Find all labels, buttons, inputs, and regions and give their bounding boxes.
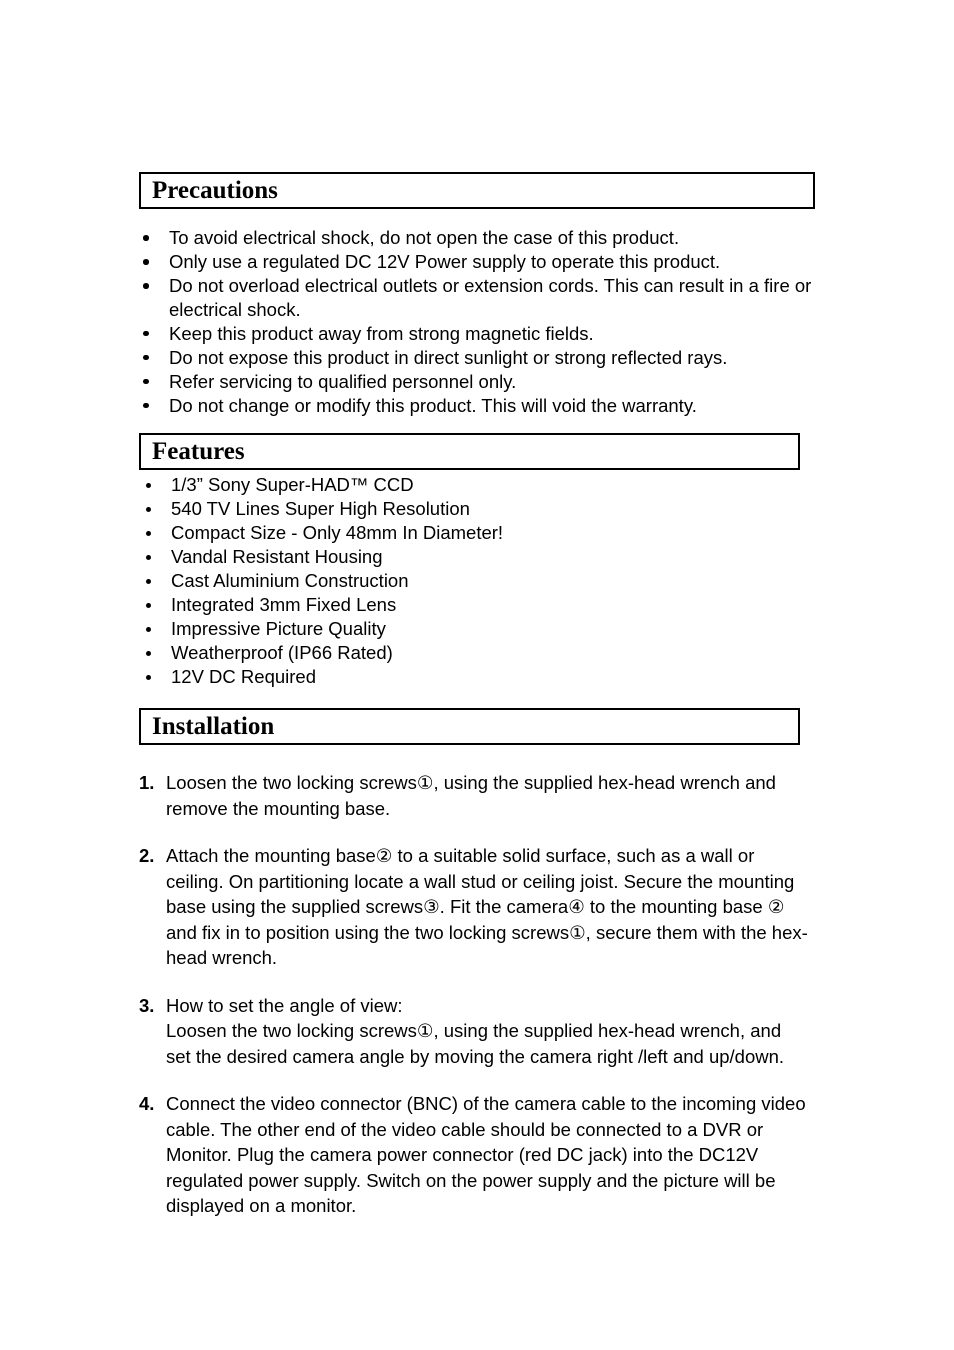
step-line: Loosen the two locking screws①, using th… — [166, 1020, 785, 1067]
step-line: Attach the mounting base② to a suitable … — [166, 845, 808, 968]
section-heading-box-precautions: Precautions — [139, 172, 815, 209]
installation-step: 1. Loosen the two locking screws①, using… — [139, 770, 809, 821]
document-page: Precautions To avoid electrical shock, d… — [0, 0, 954, 1350]
step-line: How to set the angle of view: — [166, 994, 403, 1016]
step-number: 2. — [139, 845, 155, 866]
bullet-icon — [146, 482, 151, 488]
bullet-icon — [146, 554, 151, 560]
list-item-label: Compact Size - Only 48mm In Diameter! — [171, 522, 504, 543]
step-line: Connect the video connector (BNC) of the… — [166, 1093, 806, 1216]
list-item-label: Cast Aluminium Construction — [171, 570, 409, 591]
list-item: Do not expose this product in direct sun… — [139, 346, 815, 370]
list-item-label: 540 TV Lines Super High Resolution — [171, 498, 470, 519]
section-title-precautions: Precautions — [152, 177, 278, 204]
list-item: To avoid electrical shock, do not open t… — [139, 226, 815, 250]
bullet-icon — [143, 354, 149, 360]
list-item: Integrated 3mm Fixed Lens — [139, 593, 800, 617]
step-line: Loosen the two locking screws①, using th… — [166, 772, 776, 819]
list-item: Do not overload electrical outlets or ex… — [139, 274, 815, 321]
installation-step: 3. How to set the angle of view: Loosen … — [139, 993, 809, 1070]
section-heading-box-features: Features — [139, 433, 800, 470]
bullet-icon — [146, 602, 151, 608]
installation-step: 4. Connect the video connector (BNC) of … — [139, 1091, 809, 1219]
bullet-icon — [143, 402, 149, 408]
list-item-label: 1/3” Sony Super-HAD™ CCD — [171, 474, 414, 495]
bullet-icon — [143, 330, 149, 336]
bullet-icon — [146, 530, 151, 536]
list-item-label: Do not expose this product in direct sun… — [169, 346, 728, 368]
bullet-icon — [143, 378, 149, 384]
list-item-label: Integrated 3mm Fixed Lens — [171, 594, 397, 615]
list-item-label: Keep this product away from strong magne… — [169, 322, 594, 344]
bullet-icon — [146, 506, 151, 512]
precautions-list: To avoid electrical shock, do not open t… — [139, 226, 815, 418]
list-item-label: Do not overload electrical outlets or ex… — [169, 275, 812, 320]
installation-steps-list: 1. Loosen the two locking screws①, using… — [139, 770, 809, 1241]
list-item: Do not change or modify this product. Th… — [139, 394, 815, 418]
installation-step: 2. Attach the mounting base② to a suitab… — [139, 843, 809, 971]
list-item-label: Weatherproof (IP66 Rated) — [171, 642, 393, 663]
list-item-label: Only use a regulated DC 12V Power supply… — [169, 251, 721, 272]
list-item-label: Impressive Picture Quality — [171, 618, 386, 639]
section-title-installation: Installation — [152, 713, 275, 740]
step-body: How to set the angle of view: Loosen the… — [166, 993, 809, 1070]
list-item: Compact Size - Only 48mm In Diameter! — [139, 521, 800, 545]
list-item: 12V DC Required — [139, 665, 800, 689]
list-item-label: 12V DC Required — [171, 666, 316, 687]
list-item: 1/3” Sony Super-HAD™ CCD — [139, 473, 800, 497]
section-title-features: Features — [152, 438, 245, 465]
step-body: Loosen the two locking screws①, using th… — [166, 770, 809, 821]
step-number: 1. — [139, 772, 155, 793]
bullet-icon — [146, 578, 151, 584]
list-item-label: To avoid electrical shock, do not open t… — [169, 227, 680, 248]
list-item: Only use a regulated DC 12V Power supply… — [139, 250, 815, 274]
list-item: Weatherproof (IP66 Rated) — [139, 641, 800, 665]
bullet-icon — [143, 235, 149, 241]
list-item-label: Refer servicing to qualified personnel o… — [169, 370, 517, 392]
bullet-icon — [146, 650, 151, 656]
step-body: Connect the video connector (BNC) of the… — [166, 1091, 809, 1219]
section-heading-box-installation: Installation — [139, 708, 800, 745]
list-item-label: Do not change or modify this product. Th… — [169, 394, 697, 416]
bullet-icon — [146, 674, 151, 680]
bullet-icon — [146, 626, 151, 632]
list-item: Refer servicing to qualified personnel o… — [139, 370, 815, 394]
features-list: 1/3” Sony Super-HAD™ CCD 540 TV Lines Su… — [139, 473, 800, 689]
list-item: Cast Aluminium Construction — [139, 569, 800, 593]
list-item: 540 TV Lines Super High Resolution — [139, 497, 800, 521]
list-item: Impressive Picture Quality — [139, 617, 800, 641]
list-item: Vandal Resistant Housing — [139, 545, 800, 569]
list-item: Keep this product away from strong magne… — [139, 322, 815, 346]
step-body: Attach the mounting base② to a suitable … — [166, 843, 809, 971]
step-number: 3. — [139, 994, 155, 1016]
bullet-icon — [143, 259, 149, 265]
list-item-label: Vandal Resistant Housing — [171, 546, 383, 567]
step-number: 4. — [139, 1093, 155, 1114]
bullet-icon — [143, 283, 149, 289]
